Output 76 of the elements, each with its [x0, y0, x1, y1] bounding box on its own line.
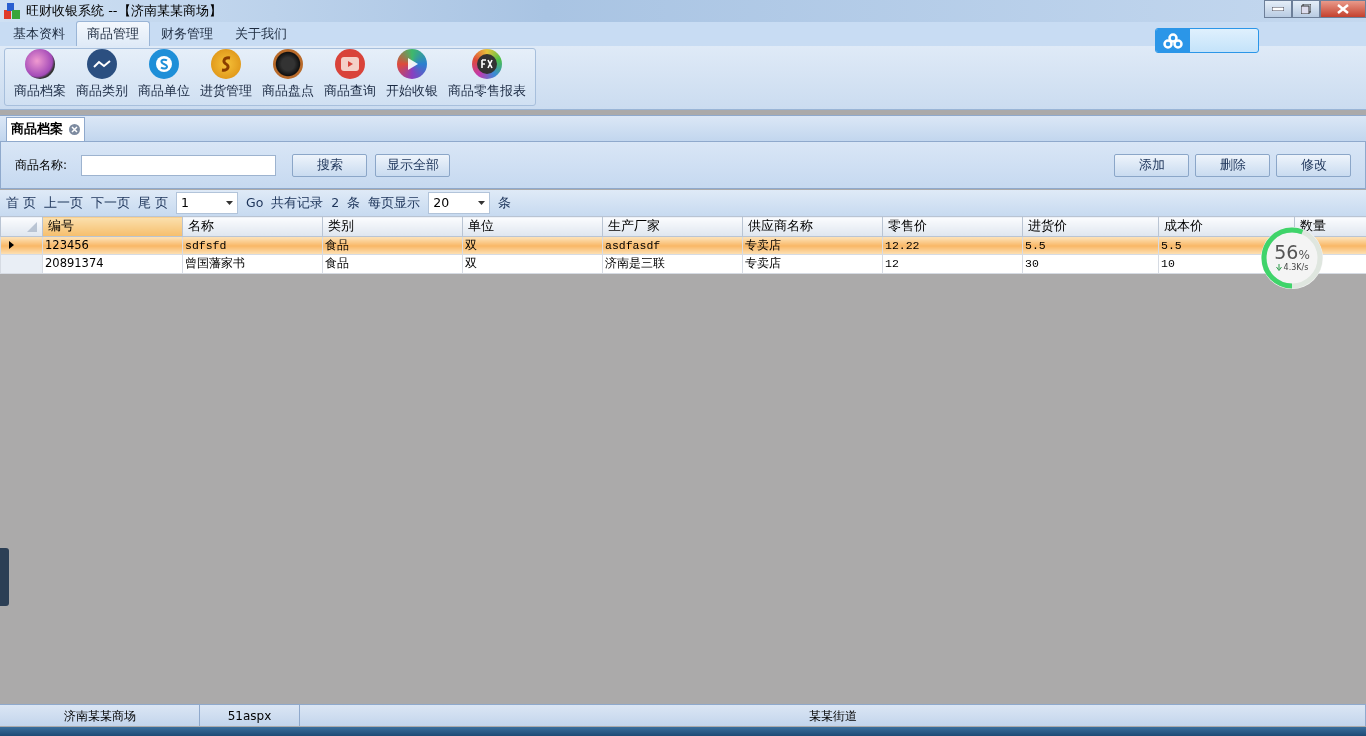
menu-tab[interactable]: 财务管理 [150, 20, 224, 46]
column-header[interactable]: 生产厂家 [602, 216, 743, 237]
close-icon [1337, 4, 1349, 14]
column-header[interactable]: 名称 [182, 216, 323, 237]
record-count: 2 [331, 193, 340, 212]
window-title: 旺财收银系统 --【济南某某商场】 [26, 2, 222, 21]
tab-label: 商品档案 [11, 120, 63, 139]
wave-icon [87, 49, 117, 80]
dropdown-arrow-icon [478, 201, 486, 205]
minimize-icon [1272, 7, 1284, 11]
ribbon-button[interactable]: 商品档案 [9, 49, 71, 105]
status-text: 51aspx [200, 705, 300, 726]
menu-tab[interactable]: 基本资料 [2, 20, 76, 46]
ribbon-button[interactable]: 商品查询 [319, 49, 381, 105]
text-label: 每页显示 [368, 193, 421, 212]
table-cell: 曾国藩家书 [182, 254, 323, 273]
cloud-icon [1163, 32, 1183, 49]
ribbon-button[interactable]: 进货管理 [195, 49, 257, 105]
column-header[interactable]: 类别 [322, 216, 463, 237]
toolbar-button[interactable]: 添加 [1114, 153, 1189, 177]
table-cell: 12 [882, 254, 1023, 273]
letter-s-icon [149, 49, 179, 80]
last-page-link[interactable]: 尾 页 [138, 193, 168, 213]
disc-icon [25, 49, 55, 80]
close-button[interactable] [1320, 0, 1366, 18]
go-link[interactable]: Go [245, 193, 264, 213]
column-header[interactable]: 编号 [42, 216, 183, 237]
minimize-button[interactable] [1264, 0, 1292, 18]
toolbar-button[interactable]: 搜索 [292, 153, 368, 177]
table-cell: 30 [1022, 254, 1159, 273]
page-size-dropdown[interactable]: 20 [428, 192, 491, 214]
prev-page-link[interactable]: 上一页 [44, 193, 83, 213]
ribbon-button[interactable]: 开始收银 [381, 49, 443, 105]
toolbar-button[interactable]: 显示全部 [375, 153, 451, 177]
column-header[interactable]: 进货价 [1022, 216, 1159, 237]
toolbar-button[interactable]: 删除 [1195, 153, 1270, 177]
ribbon-button[interactable]: 商品单位 [133, 49, 195, 105]
field-label: 商品名称: [15, 157, 68, 174]
table-cell: 济南是三联 [602, 254, 743, 273]
ribbon-button[interactable]: 商品零售报表 [443, 49, 531, 105]
dropdown-arrow-icon [225, 201, 233, 205]
corner-triangle-icon [27, 221, 37, 232]
column-header[interactable]: 零售价 [882, 216, 1023, 237]
column-header[interactable]: 供应商名称 [742, 216, 883, 237]
next-page-link[interactable]: 下一页 [91, 193, 130, 213]
text-label: 条 [347, 193, 361, 212]
table-cell: 双 [462, 254, 603, 273]
app-logo-icon [4, 3, 20, 19]
restore-icon [1301, 4, 1311, 14]
first-page-link[interactable]: 首 页 [6, 193, 36, 213]
play-icon [335, 49, 365, 80]
menu-tab[interactable]: 商品管理 [76, 20, 150, 46]
table-cell: 20891374 [42, 254, 183, 273]
column-header[interactable]: 单位 [462, 216, 603, 237]
page-dropdown[interactable]: 1 [175, 192, 238, 214]
ribbon-button[interactable]: 商品盘点 [257, 49, 319, 105]
column-header[interactable]: 成本价 [1158, 216, 1295, 237]
text-label: 共有记录 [271, 193, 324, 212]
text-label: 条 [498, 193, 512, 212]
cloud-button[interactable] [1155, 28, 1259, 53]
row-pointer-icon [9, 241, 14, 249]
maximize-button[interactable] [1292, 0, 1320, 18]
document-tab[interactable]: 商品档案 [6, 117, 85, 141]
status-text: 济南某某商场 [0, 705, 200, 726]
ribbon-button[interactable]: 商品类别 [71, 49, 133, 105]
table-cell: 专卖店 [742, 254, 883, 273]
status-text: 某某街道 [300, 705, 1366, 726]
down-arrow-icon [1275, 264, 1282, 271]
fx-icon [472, 49, 502, 80]
toolbar-button[interactable]: 修改 [1276, 153, 1351, 177]
side-handle[interactable] [0, 548, 9, 606]
search-field[interactable] [81, 154, 277, 176]
swirl-icon [211, 49, 241, 80]
table-cell: 食品 [322, 254, 463, 273]
menu-tab[interactable]: 关于我们 [224, 20, 298, 46]
close-icon[interactable] [69, 124, 80, 136]
